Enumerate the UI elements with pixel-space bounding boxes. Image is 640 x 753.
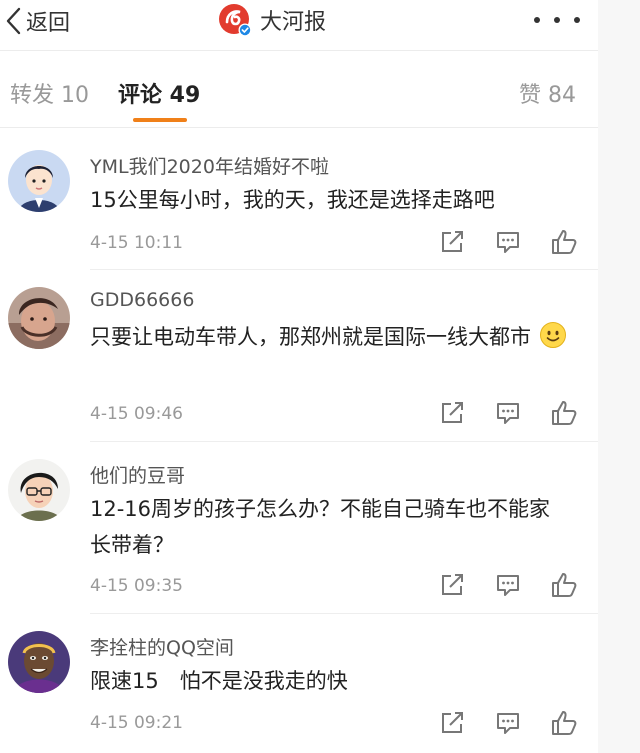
comment-actions — [438, 571, 578, 599]
comment-username[interactable]: 李拴柱的QQ空间 — [90, 633, 234, 660]
comment-actions — [438, 709, 578, 737]
avatar[interactable] — [8, 150, 70, 212]
comment-icon — [497, 575, 519, 596]
brand-name: 大河报 — [260, 10, 327, 35]
back-button[interactable]: 返回 — [4, 4, 70, 38]
reply-button[interactable] — [494, 399, 522, 427]
share-icon — [442, 402, 463, 423]
dot-icon — [554, 17, 560, 23]
reply-button[interactable] — [494, 228, 522, 256]
comment-text: 15公里每小时，我的天，我还是选择走路吧 — [90, 188, 495, 212]
repost-button[interactable] — [438, 399, 466, 427]
dot-icon — [534, 17, 540, 23]
comment-username[interactable]: GDD66666 — [90, 289, 194, 311]
dot-icon — [574, 17, 580, 23]
reply-button[interactable] — [494, 571, 522, 599]
comment-time: 4-15 09:35 — [90, 576, 183, 596]
comment-divider — [90, 613, 598, 614]
share-icon — [442, 712, 463, 733]
account-title[interactable]: 大河报 — [218, 2, 326, 38]
comment-time: 4-15 09:46 — [90, 404, 183, 424]
chevron-left-icon — [6, 7, 21, 35]
like-button[interactable] — [550, 228, 578, 256]
tab-comments[interactable]: 评论 49 — [118, 77, 200, 109]
comment-actions — [438, 399, 578, 427]
more-options-button[interactable] — [534, 6, 580, 34]
like-button[interactable] — [550, 399, 578, 427]
like-button[interactable] — [550, 709, 578, 737]
comment-username[interactable]: 他们的豆哥 — [90, 461, 185, 488]
comment-icon — [497, 403, 519, 424]
tab-bar: 转发 10 评论 49 赞 84 — [0, 50, 598, 128]
comment-divider — [90, 441, 598, 442]
brand-logo-icon — [218, 3, 252, 37]
comment-username[interactable]: YML我们2020年结婚好不啦 — [90, 152, 329, 179]
avatar[interactable] — [8, 287, 70, 349]
share-icon — [442, 231, 463, 252]
comment-time: 4-15 10:11 — [90, 233, 183, 253]
comment-text: 限速15 怕不是没我走的快 — [90, 669, 348, 693]
avatar[interactable] — [8, 459, 70, 521]
comment-text-content: 只要让电动车带人，那郑州就是国际一线大都市 — [90, 325, 531, 349]
comment-page: 返回 大河报 转发 10 评论 49 赞 84 YML我们2020年结婚好不啦 … — [0, 0, 598, 753]
comment-time: 4-15 09:21 — [90, 713, 183, 733]
screen-edge — [598, 0, 640, 753]
thumbs-up-icon — [552, 230, 577, 254]
top-bar: 返回 大河报 — [0, 0, 598, 50]
comment-divider — [90, 269, 598, 270]
tab-forward[interactable]: 转发 10 — [10, 77, 89, 109]
share-icon — [442, 574, 463, 595]
like-button[interactable] — [550, 571, 578, 599]
thumbs-up-icon — [552, 401, 577, 425]
reply-button[interactable] — [494, 709, 522, 737]
comment-icon — [497, 713, 519, 734]
comment-actions — [438, 228, 578, 256]
thumbs-up-icon — [552, 573, 577, 597]
repost-button[interactable] — [438, 571, 466, 599]
comment-text: 12-16周岁的孩子怎么办？不能自己骑车也不能家长带着？ — [90, 497, 551, 557]
thumbs-up-icon — [552, 711, 577, 735]
repost-button[interactable] — [438, 228, 466, 256]
comment-icon — [497, 232, 519, 253]
tab-likes[interactable]: 赞 84 — [519, 77, 576, 109]
active-tab-indicator — [133, 118, 187, 122]
repost-button[interactable] — [438, 709, 466, 737]
avatar[interactable] — [8, 631, 70, 693]
smile-emoji-icon — [539, 321, 567, 349]
back-label: 返回 — [26, 11, 71, 36]
comment-text: 只要让电动车带人，那郑州就是国际一线大都市 — [90, 319, 570, 355]
